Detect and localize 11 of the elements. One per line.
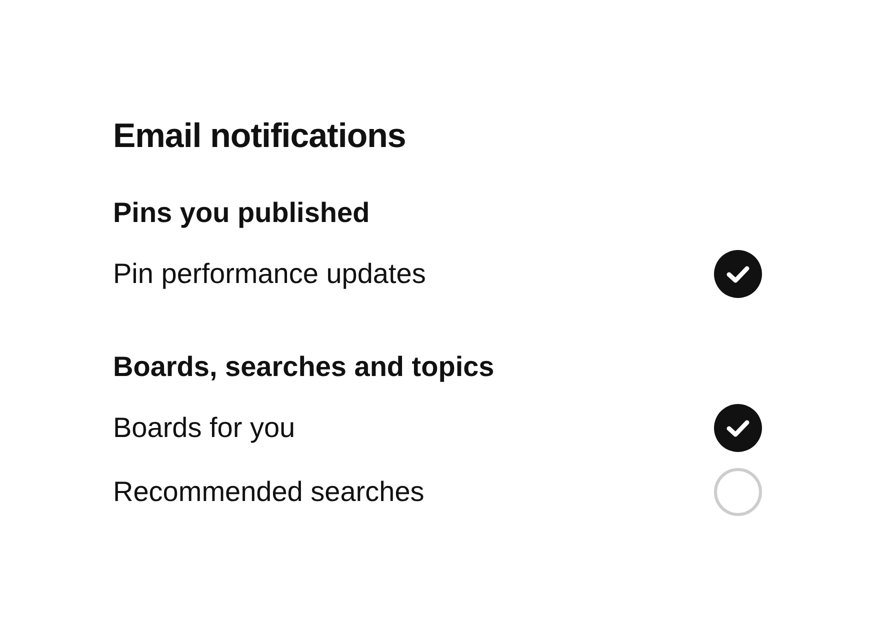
checkbox[interactable] [714, 404, 762, 452]
setting-label: Boards for you [113, 411, 296, 445]
section-heading: Pins you published [113, 196, 370, 230]
checkbox[interactable] [714, 250, 762, 298]
setting-label: Recommended searches [113, 475, 424, 509]
setting-label: Pin performance updates [113, 257, 426, 291]
checkbox[interactable] [714, 468, 762, 516]
check-icon [726, 419, 750, 437]
section-heading: Boards, searches and topics [113, 350, 494, 384]
page-title: Email notifications [113, 116, 406, 157]
check-icon [726, 265, 750, 283]
